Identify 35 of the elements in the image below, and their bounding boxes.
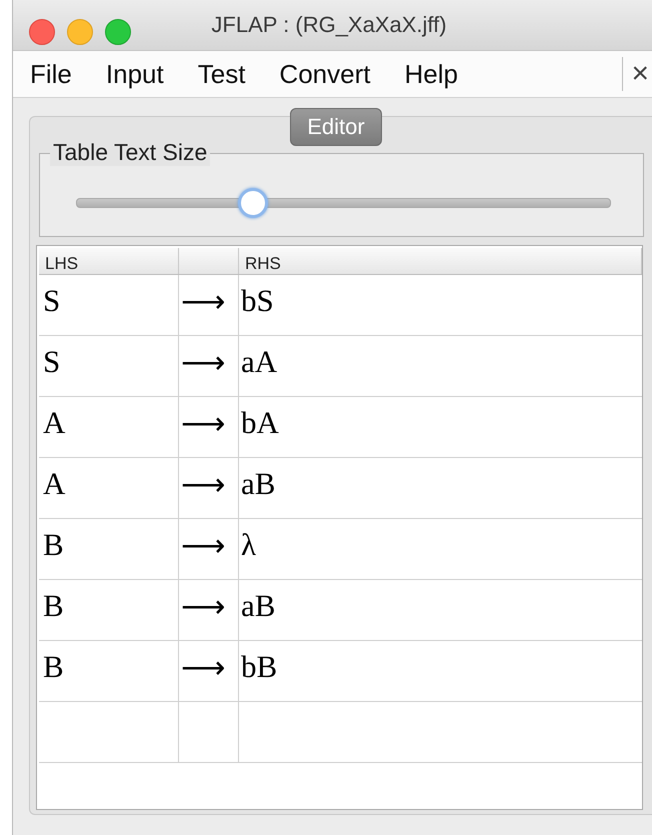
slider-track[interactable] xyxy=(76,188,611,218)
table-cell: B xyxy=(39,580,179,640)
minimize-window-icon[interactable] xyxy=(67,19,93,45)
table-cell: ⟶ xyxy=(179,275,239,335)
table-cell: B xyxy=(39,519,179,579)
table-cell-text: aB xyxy=(240,587,276,625)
table-cell: S xyxy=(39,275,179,335)
table-cell: ⟶ xyxy=(179,641,239,701)
table-cell: S xyxy=(39,336,179,396)
column-header[interactable]: RHS xyxy=(239,248,642,274)
slider-thumb[interactable] xyxy=(238,188,268,218)
table-cell: A xyxy=(39,458,179,518)
table-cell-text: aB xyxy=(240,465,276,503)
table-cell: ⟶ xyxy=(179,580,239,640)
table-cell: B xyxy=(39,641,179,701)
table-cell: ⟶ xyxy=(179,519,239,579)
table-cell: ⟶ xyxy=(179,397,239,457)
table-cell: ⟶ xyxy=(179,458,239,518)
menu-item[interactable]: Help xyxy=(387,58,475,90)
close-window-icon[interactable] xyxy=(29,19,55,45)
menu-item[interactable]: File xyxy=(13,58,89,90)
table-cell: ⟶ xyxy=(179,336,239,396)
window-title: JFLAP : (RG_XaXaX.jff) xyxy=(211,12,447,38)
table-cell-text: aA xyxy=(240,343,278,381)
table-cell-text: λ xyxy=(240,526,258,564)
menu-item[interactable]: Test xyxy=(180,58,262,90)
menu-item[interactable]: Convert xyxy=(262,58,388,90)
close-button[interactable]: × xyxy=(622,57,652,91)
table-cell-text: bA xyxy=(240,404,280,442)
table-cell-text: bB xyxy=(240,648,278,686)
table-cell-text: bS xyxy=(240,282,275,320)
table-cell: A xyxy=(39,397,179,457)
zoom-window-icon[interactable] xyxy=(105,19,131,45)
column-header[interactable]: LHS xyxy=(39,248,179,274)
menu-item[interactable]: Input xyxy=(88,58,181,90)
